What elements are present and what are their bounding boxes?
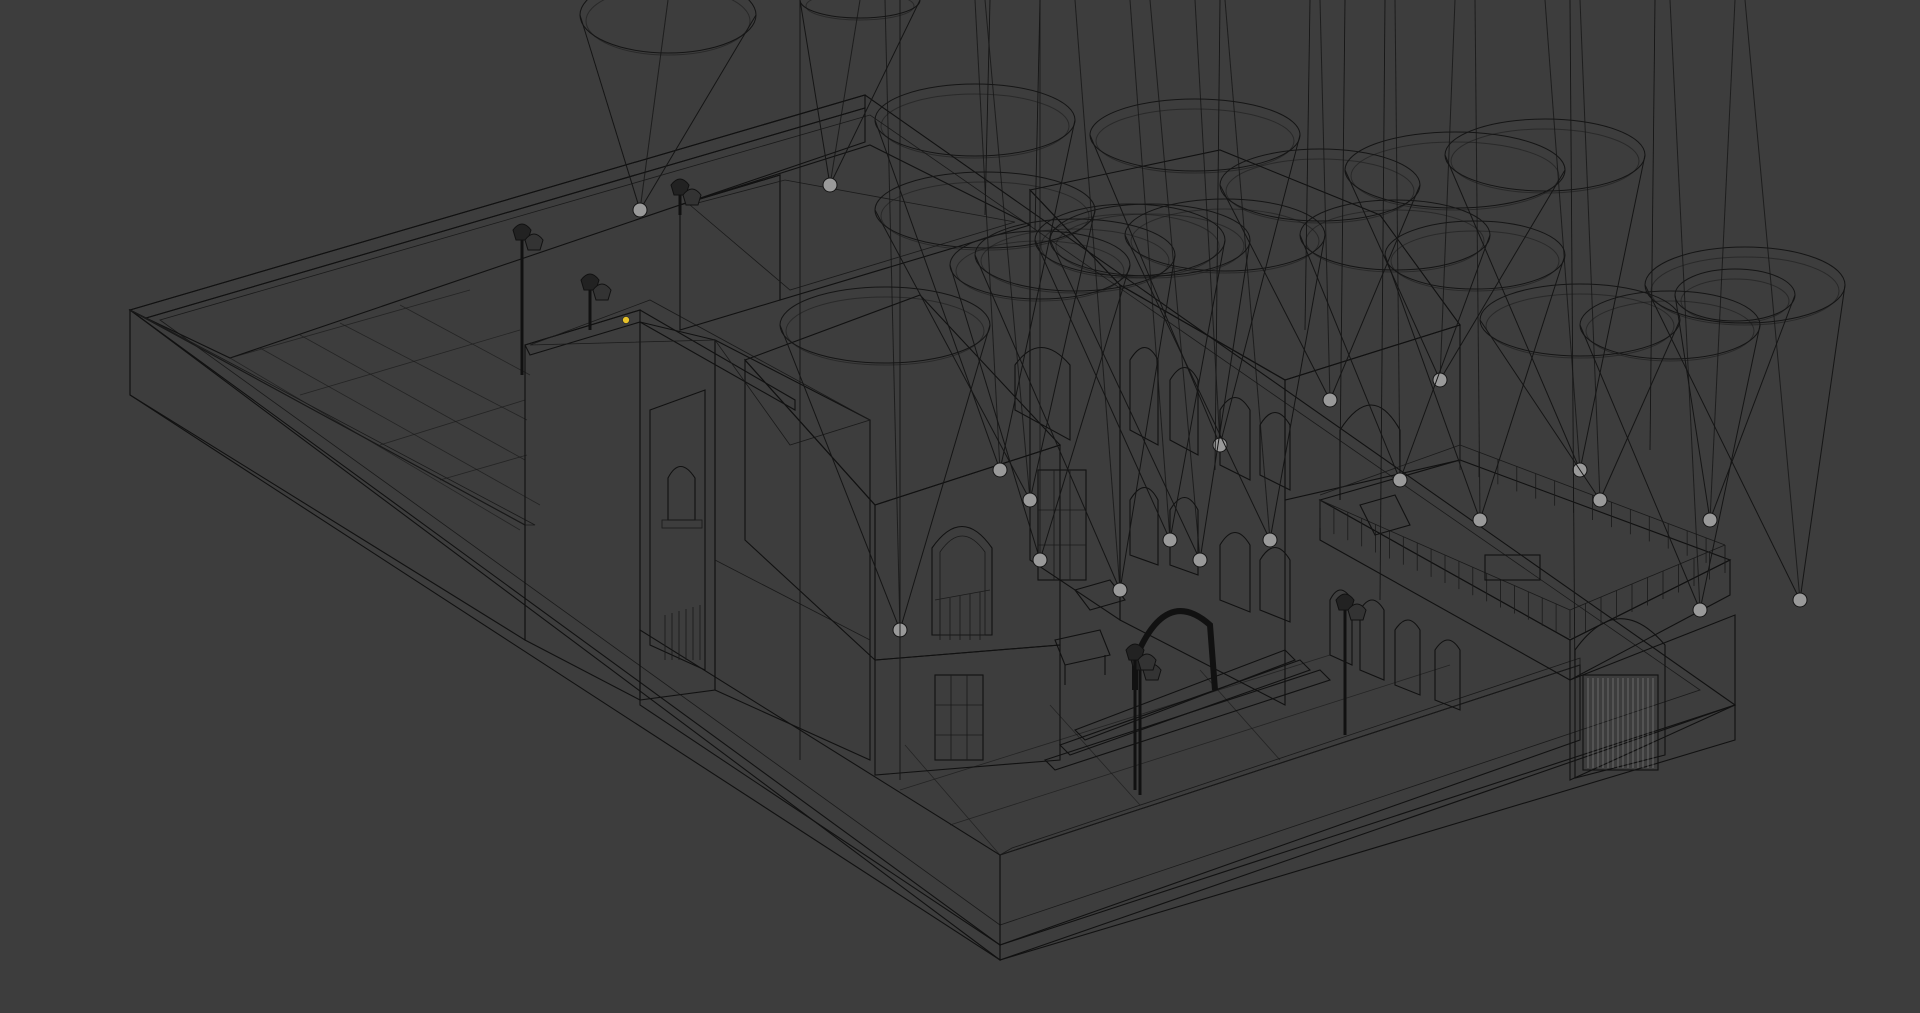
arched-windows — [1014, 346, 1291, 623]
courtyard-furniture[interactable] — [1054, 579, 1126, 685]
street-lamps[interactable] — [512, 178, 1367, 795]
spot-light-cone[interactable] — [779, 0, 991, 638]
3d-viewport[interactable] — [0, 0, 1920, 1013]
upper-back-block[interactable] — [679, 144, 1032, 331]
ground-tiles — [229, 289, 1551, 856]
gate[interactable] — [1569, 614, 1736, 781]
street-lamp[interactable] — [580, 273, 612, 330]
spot-light-cone[interactable] — [1674, 0, 1796, 528]
perimeter-wall[interactable] — [128, 94, 1581, 947]
spot-light-cone[interactable] — [1444, 0, 1646, 478]
light-direction-line — [1034, 0, 1041, 231]
spot-light-cone[interactable] — [1089, 0, 1301, 453]
light-direction-line — [1304, 0, 1311, 331]
spot-light-cone[interactable] — [579, 0, 757, 218]
spot-light-cone[interactable] — [949, 0, 1131, 568]
base-platform[interactable] — [128, 94, 1737, 962]
spot-light-cone[interactable] — [874, 0, 1076, 478]
light-direction-line — [1379, 0, 1386, 601]
rooftop-terrace[interactable] — [1318, 444, 1732, 681]
light-direction-line — [1339, 0, 1346, 461]
left-block[interactable] — [524, 299, 872, 761]
courtyard-stairs[interactable] — [1043, 649, 1332, 771]
spot-light-cone[interactable] — [1644, 0, 1846, 608]
scene-canvas[interactable] — [0, 0, 1920, 1013]
selected-light-origin[interactable] — [622, 316, 630, 324]
spot-light-cone[interactable] — [1049, 0, 1251, 568]
spot-light-cone[interactable] — [874, 0, 1096, 508]
street-lamp[interactable] — [670, 178, 702, 215]
spot-light-cone[interactable] — [1219, 0, 1421, 408]
